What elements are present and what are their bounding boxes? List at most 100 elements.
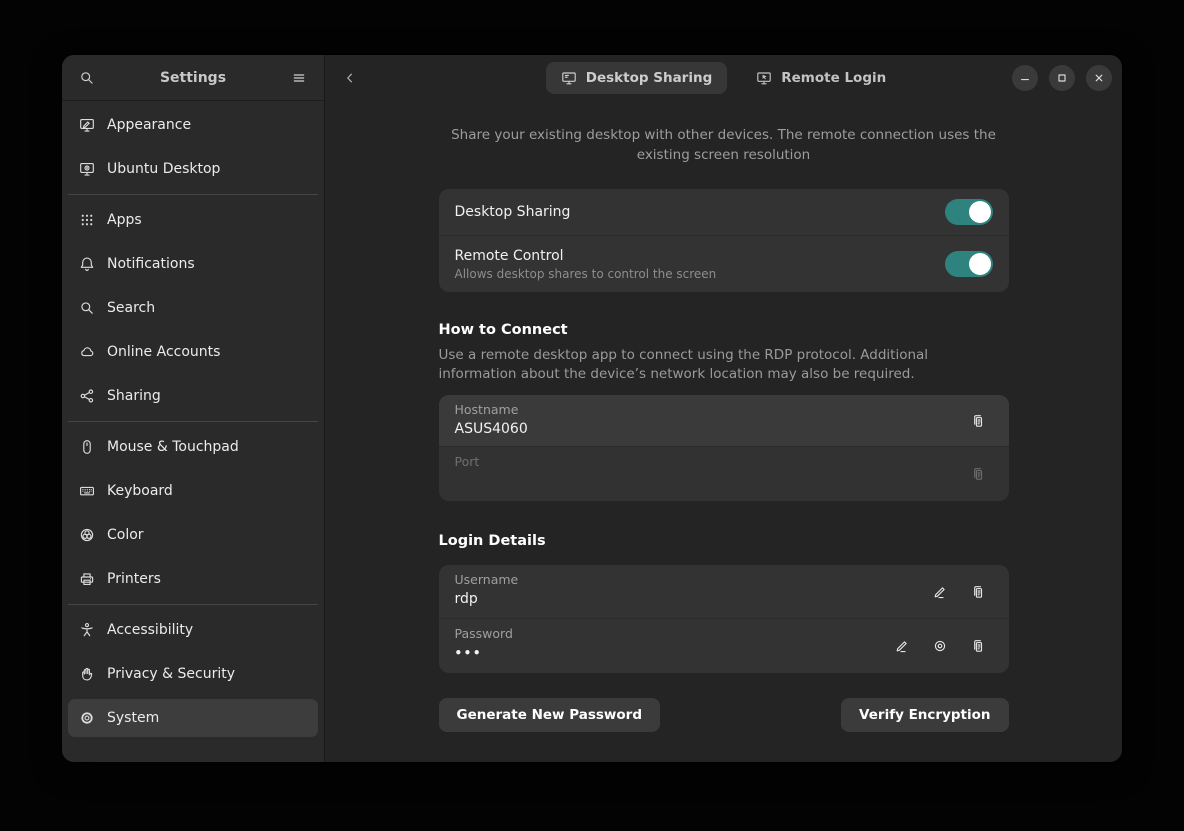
- app-title: Settings: [160, 70, 226, 86]
- hostname-row: Hostname ASUS4060: [439, 395, 1009, 446]
- username-label: Username: [455, 572, 925, 588]
- maximize-button[interactable]: [1049, 65, 1075, 91]
- remote-control-subtitle: Allows desktop shares to control the scr…: [455, 266, 717, 282]
- settings-window: Settings Appearance Ubuntu Desktop: [62, 55, 1122, 762]
- edit-username-button[interactable]: [925, 577, 955, 607]
- port-row: Port: [439, 446, 1009, 501]
- sidebar-list: Appearance Ubuntu Desktop Apps Notif: [62, 101, 324, 762]
- sidebar-item-online-accounts[interactable]: Online Accounts: [68, 333, 318, 371]
- remote-screen-icon: [756, 70, 772, 86]
- sidebar-separator: [68, 421, 318, 422]
- username-row: Username rdp: [439, 565, 1009, 618]
- sidebar-item-label: Accessibility: [107, 622, 193, 638]
- connection-info-card: Hostname ASUS4060 Port: [439, 395, 1009, 501]
- apps-grid-icon: [79, 212, 95, 228]
- sidebar-item-ubuntu-desktop[interactable]: Ubuntu Desktop: [68, 150, 318, 188]
- accessibility-person-icon: [79, 622, 95, 638]
- copy-port-button: [963, 459, 993, 489]
- sidebar-separator: [68, 604, 318, 605]
- copy-icon: [970, 584, 986, 600]
- screen-share-icon: [561, 70, 577, 86]
- sidebar-item-keyboard[interactable]: Keyboard: [68, 472, 318, 510]
- sidebar-separator: [68, 194, 318, 195]
- generate-new-password-button[interactable]: Generate New Password: [439, 698, 661, 732]
- port-value: [455, 472, 963, 491]
- sidebar-item-mouse-touchpad[interactable]: Mouse & Touchpad: [68, 428, 318, 466]
- sidebar-item-notifications[interactable]: Notifications: [68, 245, 318, 283]
- hand-icon: [79, 666, 95, 682]
- search-icon: [79, 70, 95, 86]
- reveal-password-button[interactable]: [925, 631, 955, 661]
- remote-control-label: Remote Control: [455, 247, 717, 266]
- password-value: •••: [455, 644, 887, 663]
- copy-username-button[interactable]: [963, 577, 993, 607]
- eye-icon: [932, 638, 948, 654]
- sidebar-item-label: System: [107, 710, 159, 726]
- copy-hostname-button[interactable]: [963, 406, 993, 436]
- desktop-sharing-row: Desktop Sharing: [439, 189, 1009, 235]
- sidebar-item-apps[interactable]: Apps: [68, 201, 318, 239]
- remote-control-row: Remote Control Allows desktop shares to …: [439, 235, 1009, 292]
- desktop-sharing-toggle[interactable]: [945, 199, 993, 225]
- tab-desktop-sharing[interactable]: Desktop Sharing: [546, 62, 727, 94]
- gear-icon: [79, 710, 95, 726]
- search-button[interactable]: [71, 62, 103, 94]
- sidebar-item-label: Mouse & Touchpad: [107, 439, 239, 455]
- actions-row: Generate New Password Verify Encryption: [439, 698, 1009, 732]
- tab-remote-login[interactable]: Remote Login: [741, 62, 901, 94]
- how-to-connect-description: Use a remote desktop app to connect usin…: [439, 346, 1009, 383]
- close-button[interactable]: [1086, 65, 1112, 91]
- chevron-left-icon: [342, 70, 358, 86]
- remote-control-toggle[interactable]: [945, 251, 993, 277]
- sidebar-item-label: Online Accounts: [107, 344, 220, 360]
- sidebar-item-label: Printers: [107, 571, 161, 587]
- bell-icon: [79, 256, 95, 272]
- minimize-icon: [1018, 71, 1032, 85]
- sidebar-item-printers[interactable]: Printers: [68, 560, 318, 598]
- close-icon: [1092, 71, 1106, 85]
- verify-encryption-button[interactable]: Verify Encryption: [841, 698, 1008, 732]
- magnifier-icon: [79, 300, 95, 316]
- sidebar-item-color[interactable]: Color: [68, 516, 318, 554]
- port-label: Port: [455, 454, 963, 470]
- toggle-knob: [969, 253, 991, 275]
- view-switcher: Desktop Sharing Remote Login: [325, 62, 1122, 94]
- page-description: Share your existing desktop with other d…: [439, 126, 1009, 165]
- sidebar-item-label: Ubuntu Desktop: [107, 161, 220, 177]
- share-nodes-icon: [79, 388, 95, 404]
- copy-password-button[interactable]: [963, 631, 993, 661]
- printer-icon: [79, 571, 95, 587]
- how-to-connect-heading: How to Connect: [439, 320, 1009, 340]
- cloud-icon: [79, 344, 95, 360]
- hostname-label: Hostname: [455, 402, 963, 418]
- sidebar-item-label: Notifications: [107, 256, 195, 272]
- headerbar: Desktop Sharing Remote Login: [325, 55, 1122, 101]
- main-menu-button[interactable]: [283, 62, 315, 94]
- sidebar-item-search[interactable]: Search: [68, 289, 318, 327]
- sidebar-item-privacy-security[interactable]: Privacy & Security: [68, 655, 318, 693]
- sidebar-item-label: Sharing: [107, 388, 161, 404]
- color-wheel-icon: [79, 527, 95, 543]
- ubuntu-desktop-icon: [79, 161, 95, 177]
- toggle-knob: [969, 201, 991, 223]
- sidebar-item-label: Keyboard: [107, 483, 173, 499]
- login-details-card: Username rdp: [439, 565, 1009, 673]
- sharing-toggles-card: Desktop Sharing Remote Control Allows de…: [439, 189, 1009, 292]
- sidebar-item-appearance[interactable]: Appearance: [68, 106, 318, 144]
- menu-icon: [291, 70, 307, 86]
- sidebar-item-label: Appearance: [107, 117, 191, 133]
- sidebar-item-label: Apps: [107, 212, 142, 228]
- edit-password-button[interactable]: [887, 631, 917, 661]
- sidebar-item-system[interactable]: System: [68, 699, 318, 737]
- hostname-value: ASUS4060: [455, 420, 963, 439]
- back-button[interactable]: [335, 63, 365, 93]
- copy-icon: [970, 466, 986, 482]
- sidebar-headerbar: Settings: [62, 55, 324, 101]
- sidebar-item-accessibility[interactable]: Accessibility: [68, 611, 318, 649]
- edit-icon: [894, 638, 910, 654]
- window-controls: [1012, 65, 1112, 91]
- password-label: Password: [455, 626, 887, 642]
- desktop-sharing-label: Desktop Sharing: [455, 203, 571, 222]
- sidebar-item-sharing[interactable]: Sharing: [68, 377, 318, 415]
- minimize-button[interactable]: [1012, 65, 1038, 91]
